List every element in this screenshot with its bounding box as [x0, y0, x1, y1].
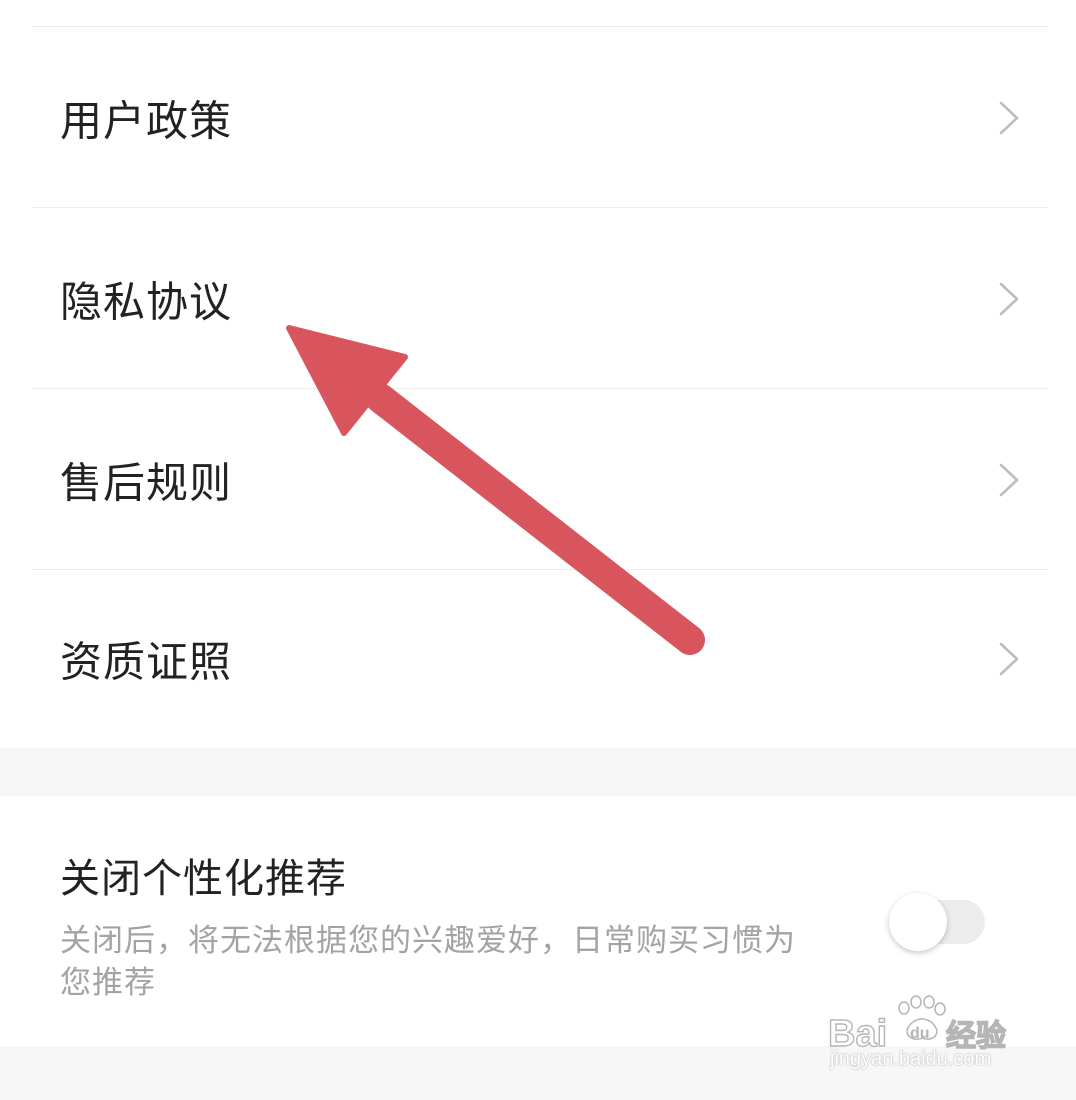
chevron-right-icon	[999, 642, 1019, 676]
chevron-right-icon	[999, 101, 1019, 134]
toggle-knob	[889, 893, 947, 951]
personalization-card: 关闭个性化推荐 关闭后，将无法根据您的兴趣爱好，日常购买习惯为您推荐	[0, 796, 1076, 1046]
menu-item-label: 隐私协议	[60, 277, 233, 326]
chevron-right-icon	[999, 463, 1019, 496]
menu-item-user-policy[interactable]: 用户政策	[0, 27, 1076, 208]
personalization-toggle-switch[interactable]	[889, 893, 987, 951]
menu-item-label: 用户政策	[60, 96, 233, 145]
menu-item-label: 资质证照	[60, 637, 233, 687]
menu-item-qualification-license[interactable]: 资质证照	[0, 570, 1076, 748]
menu-item-privacy-agreement[interactable]: 隐私协议	[0, 208, 1076, 389]
chevron-right-icon	[999, 282, 1019, 315]
menu-item-label: 售后规则	[60, 458, 233, 507]
personalization-description: 关闭后，将无法根据您的兴趣爱好，日常购买习惯为您推荐	[60, 923, 796, 1001]
links-card: 用户政策 隐私协议 售后规则 资质证照	[0, 0, 1076, 748]
menu-item-after-sales-rules[interactable]: 售后规则	[0, 389, 1076, 570]
personalization-title: 关闭个性化推荐	[60, 856, 347, 902]
watermark-url: jingyan.baidu.com	[830, 1048, 992, 1070]
